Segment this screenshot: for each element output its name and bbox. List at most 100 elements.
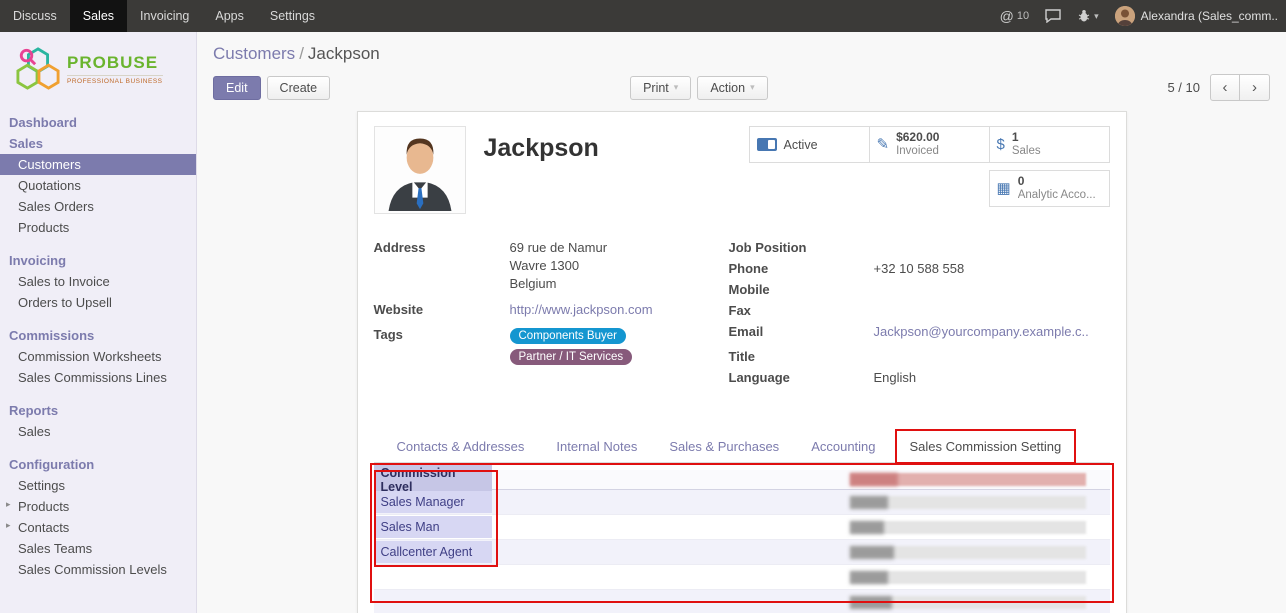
- control-panel-buttons: Edit Create Print ▾ Action ▾ 5 / 10: [213, 74, 1270, 101]
- top-menu-discuss[interactable]: Discuss: [0, 0, 70, 32]
- stat-label-sales: Sales: [1012, 145, 1041, 158]
- sheet-header: Jackpson Active ✎ $620.00 Invoiced: [374, 126, 1110, 214]
- sidebar-item-sales-teams[interactable]: Sales Teams: [0, 538, 196, 559]
- mobile-label: Mobile: [729, 282, 874, 299]
- language-label: Language: [729, 370, 874, 387]
- tab-contacts-addresses[interactable]: Contacts & Addresses: [384, 431, 538, 462]
- sidebar-section-dashboard[interactable]: Dashboard: [0, 112, 196, 133]
- stat-button-invoiced[interactable]: ✎ $620.00 Invoiced: [869, 126, 990, 163]
- stat-button-active[interactable]: Active: [749, 126, 870, 163]
- tab-accounting[interactable]: Accounting: [798, 431, 888, 462]
- email-link[interactable]: Jackpson@yourcompany.example.c..: [874, 324, 1089, 341]
- sidebar-item-label: Contacts: [18, 520, 69, 535]
- redacted-value-cell: [850, 546, 1112, 559]
- sidebar-section-configuration[interactable]: Configuration: [0, 454, 196, 475]
- sidebar-item-reports-sales[interactable]: Sales: [0, 421, 196, 442]
- edit-button[interactable]: Edit: [213, 76, 261, 100]
- tag-components-buyer[interactable]: Components Buyer: [510, 328, 626, 344]
- table-row-sales-manager[interactable]: Sales Manager: [374, 490, 1110, 515]
- caret-down-icon: ▾: [750, 82, 755, 93]
- action-label: Action: [710, 81, 745, 95]
- sidebar-section-invoicing[interactable]: Invoicing: [0, 250, 196, 271]
- expand-icon[interactable]: ▸: [6, 499, 11, 510]
- sidebar-section-sales[interactable]: Sales: [0, 133, 196, 154]
- sidebar-item-sales-orders[interactable]: Sales Orders: [0, 196, 196, 217]
- website-link[interactable]: http://www.jackpson.com: [510, 302, 653, 319]
- pager-next-button[interactable]: ›: [1240, 74, 1270, 101]
- commission-level-cell: Sales Man: [374, 516, 492, 538]
- main-content: Customers/Jackpson Edit Create Print ▾ A…: [197, 32, 1286, 613]
- create-button[interactable]: Create: [267, 76, 331, 100]
- redacted-value-cell: [850, 571, 1112, 584]
- table-header-row: Commission Level: [374, 470, 1110, 490]
- top-menu-sales[interactable]: Sales: [70, 0, 127, 32]
- sidebar-item-label: Products: [18, 499, 69, 514]
- stat-value-analytic: 0: [1018, 175, 1096, 189]
- brand-tagline: PROFESSIONAL BUSINESS: [67, 75, 163, 85]
- top-menu-invoicing[interactable]: Invoicing: [127, 0, 202, 32]
- dollar-icon: $: [997, 137, 1005, 152]
- sidebar-item-config-contacts[interactable]: ▸ Contacts: [0, 517, 196, 538]
- top-menu-settings[interactable]: Settings: [257, 0, 328, 32]
- top-menu: Discuss Sales Invoicing Apps Settings: [0, 0, 328, 32]
- expand-icon[interactable]: ▸: [6, 520, 11, 531]
- redacted-value-cell: [850, 596, 1112, 609]
- action-dropdown[interactable]: Action ▾: [697, 76, 767, 100]
- user-name: Alexandra (Sales_comm..: [1141, 9, 1278, 23]
- phone-value: +32 10 588 558: [874, 261, 965, 278]
- topbar: Discuss Sales Invoicing Apps Settings @ …: [0, 0, 1286, 32]
- pager-value: 5 / 10: [1167, 80, 1200, 95]
- breadcrumb-customers[interactable]: Customers: [213, 44, 295, 63]
- tag-partner-it-services[interactable]: Partner / IT Services: [510, 349, 633, 365]
- tab-sales-purchases[interactable]: Sales & Purchases: [656, 431, 792, 462]
- sidebar-section-reports[interactable]: Reports: [0, 400, 196, 421]
- table-row-empty[interactable]: [374, 590, 1110, 613]
- sidebar-item-sales-commission-levels[interactable]: Sales Commission Levels: [0, 559, 196, 580]
- redacted-header-cell: [850, 473, 1112, 486]
- tags-value: Components Buyer Partner / IT Services: [510, 327, 637, 369]
- sidebar-section-commissions[interactable]: Commissions: [0, 325, 196, 346]
- table-row-sales-man[interactable]: Sales Man: [374, 515, 1110, 540]
- sidebar-item-quotations[interactable]: Quotations: [0, 175, 196, 196]
- sidebar-item-sales-to-invoice[interactable]: Sales to Invoice: [0, 271, 196, 292]
- record-sheet: Jackpson Active ✎ $620.00 Invoiced: [357, 111, 1127, 613]
- address-line-3: Belgium: [510, 276, 608, 291]
- person-avatar-image: [377, 129, 463, 211]
- sidebar-item-config-products[interactable]: ▸ Products: [0, 496, 196, 517]
- caret-down-icon: ▾: [674, 82, 679, 93]
- user-menu[interactable]: Alexandra (Sales_comm..: [1115, 6, 1278, 26]
- pager-previous-button[interactable]: ‹: [1210, 74, 1240, 101]
- sidebar-item-settings[interactable]: Settings: [0, 475, 196, 496]
- stat-button-analytic-accounts[interactable]: ▦ 0 Analytic Acco...: [989, 170, 1110, 207]
- job-position-label: Job Position: [729, 240, 874, 257]
- top-menu-apps[interactable]: Apps: [202, 0, 257, 32]
- messages-icon[interactable]: [1045, 9, 1061, 23]
- stat-button-sales[interactable]: $ 1 Sales: [989, 126, 1110, 163]
- notebook-tabs: Contacts & Addresses Internal Notes Sale…: [374, 429, 1110, 463]
- sidebar-item-customers[interactable]: Customers: [0, 154, 196, 175]
- active-toggle-icon: [757, 138, 777, 151]
- language-value: English: [874, 370, 917, 387]
- customer-photo[interactable]: [374, 126, 466, 214]
- form-fields: Address 69 rue de Namur Wavre 1300 Belgi…: [374, 240, 1110, 391]
- app-logo[interactable]: PROBUSE PROFESSIONAL BUSINESS: [0, 32, 196, 112]
- sidebar-item-commission-worksheets[interactable]: Commission Worksheets: [0, 346, 196, 367]
- control-panel: Customers/Jackpson Edit Create Print ▾ A…: [197, 32, 1286, 107]
- table-row-callcenter-agent[interactable]: Callcenter Agent: [374, 540, 1110, 565]
- tab-sales-commission-setting[interactable]: Sales Commission Setting: [895, 429, 1077, 464]
- mention-counter[interactable]: @ 10: [1000, 8, 1029, 24]
- print-dropdown[interactable]: Print ▾: [630, 76, 691, 100]
- commission-level-cell: Callcenter Agent: [374, 541, 492, 563]
- stat-value-invoiced: $620.00: [896, 131, 939, 145]
- sidebar-item-products[interactable]: Products: [0, 217, 196, 238]
- fax-label: Fax: [729, 303, 874, 320]
- sidebar-item-sales-commissions-lines[interactable]: Sales Commissions Lines: [0, 367, 196, 388]
- tab-internal-notes[interactable]: Internal Notes: [543, 431, 650, 462]
- stat-label-active: Active: [784, 138, 818, 152]
- table-row-empty[interactable]: [374, 565, 1110, 590]
- redacted-value-cell: [850, 521, 1112, 534]
- debug-menu[interactable]: ▾: [1077, 9, 1099, 23]
- stat-value-sales: 1: [1012, 131, 1041, 145]
- sidebar-item-orders-to-upsell[interactable]: Orders to Upsell: [0, 292, 196, 313]
- stat-buttons: Active ✎ $620.00 Invoiced $ 1 Sales: [750, 126, 1110, 214]
